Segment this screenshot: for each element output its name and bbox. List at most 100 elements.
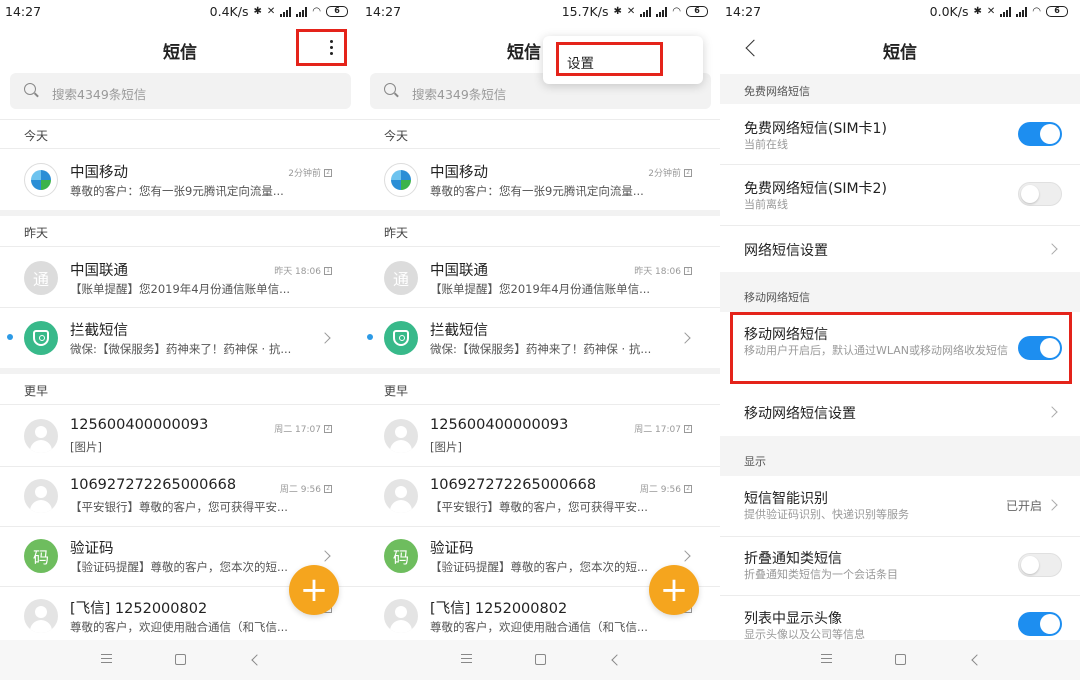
sim-icon: 2 [324,424,332,433]
message-time: 2分钟前 2 [288,166,332,179]
group-label-mobile: 移动网络短信 [744,291,810,304]
sim-icon: 2 [324,168,332,177]
setting-title: 短信智能识别 [744,491,828,507]
sms-settings-screen: 14:27 0.0K/s ✱ ✕ ◠ 6 短信 免费网络短信 免费网络短信(SI… [720,0,1080,680]
group-header: 移动网络短信 [720,272,1080,312]
network-speed: 0.0K/s [929,4,969,19]
signal-icon [280,6,292,17]
unread-dot [7,334,13,340]
sender-name: 125600400000093 [70,417,209,433]
list-item[interactable]: 拦截短信 微保:【微保服务】药神来了！药神保 · 抗... [360,308,720,368]
search-bar[interactable]: 搜索4349条短信 [10,73,351,109]
message-time: 周二 9:56 2 [280,482,332,495]
sender-name: 106927272265000668 [70,477,237,493]
setting-title: 折叠通知类短信 [744,551,842,567]
message-time: 周二 17:07 2 [274,422,332,435]
section-band [360,210,720,216]
status-icons: 15.7K/s ✱ ✕ ◠ 6 [562,4,708,19]
home-icon[interactable] [895,654,906,665]
toggle-fold[interactable] [1018,553,1062,577]
message-preview: 【平安银行】尊敬的客户，您可获得平安... [430,500,648,514]
list-item[interactable]: 中国移动 尊敬的客户：您有一张9元腾讯定向流量... 2分钟前 2 [360,150,720,210]
back-icon[interactable] [971,654,983,666]
message-time: 2分钟前 2 [648,166,692,179]
list-item[interactable]: 125600400000093 [图片] 周二 17:07 2 [0,406,360,466]
toggle-sim2[interactable] [1018,182,1062,206]
message-time: 昨天 18:06 1 [274,264,332,277]
setting-sim2[interactable]: 免费网络短信(SIM卡2) 当前离线 [720,165,1080,225]
setting-title: 网络短信设置 [744,243,828,259]
home-icon[interactable] [175,654,186,665]
avatar: 通 [24,261,58,295]
network-speed: 15.7K/s [561,4,609,19]
message-preview: [图片] [70,440,102,454]
group-label-display: 显示 [744,455,766,468]
message-preview: 【验证码提醒】尊敬的客户，您本次的短... [430,560,648,574]
chevron-right-icon [679,550,691,562]
list-item[interactable]: 拦截短信 微保:【微保服务】药神来了！药神保 · 抗... [0,308,360,368]
chevron-right-icon [1046,499,1058,511]
new-message-button[interactable]: + [649,565,699,615]
list-item[interactable]: 106927272265000668 【平安银行】尊敬的客户，您可获得平安...… [0,466,360,526]
search-placeholder: 搜索4349条短信 [412,87,507,102]
list-item[interactable]: 通 中国联通 【账单提醒】您2019年4月份通信账单信... 昨天 18:06 1 [0,248,360,308]
section-today: 今天 [24,129,49,143]
section-today: 今天 [384,129,409,143]
battery-icon: 6 [326,6,348,17]
status-icons: 0.0K/s ✱ ✕ ◠ 6 [930,4,1068,19]
sender-name: 106927272265000668 [430,477,597,493]
signal-icon [1000,6,1012,17]
messages-list-screen: 14:27 0.4K/s ✱ ✕ ◠ 6 短信 搜索4349条短信 今天 中国移… [0,0,360,680]
message-preview: 【账单提醒】您2019年4月份通信账单信... [430,282,651,296]
china-mobile-avatar [24,163,58,197]
setting-smart-recognition[interactable]: 短信智能识别 提供验证码识别、快递识别等服务 已开启 [720,476,1080,536]
setting-mobile-net-settings[interactable]: 移动网络短信设置 [720,388,1080,434]
back-icon[interactable] [251,654,263,666]
section-band [0,368,360,374]
toggle-sim1[interactable] [1018,122,1062,146]
bluetooth-icon: ✱ [253,5,262,17]
sender-name: 验证码 [430,541,474,557]
message-time: 周二 17:07 2 [634,422,692,435]
chevron-right-icon [679,332,691,344]
contact-avatar [384,599,418,633]
battery-icon: 6 [1046,6,1068,17]
list-item[interactable]: 通 中国联通 【账单提醒】您2019年4月份通信账单信... 昨天 18:06 1 [360,248,720,308]
status-icons: 0.4K/s ✱ ✕ ◠ 6 [210,4,348,19]
back-icon[interactable] [611,654,623,666]
setting-show-avatar[interactable]: 列表中显示头像 显示头像以及公司等信息 [720,596,1080,641]
menu-icon[interactable] [101,654,112,663]
list-item[interactable]: 106927272265000668 【平安银行】尊敬的客户，您可获得平安...… [360,466,720,526]
menu-icon[interactable] [821,654,832,663]
divider [360,246,720,247]
list-item[interactable]: 125600400000093 [图片] 周二 17:07 2 [360,406,720,466]
setting-fold-notifications[interactable]: 折叠通知类短信 折叠通知类短信为一个会话条目 [720,537,1080,595]
network-speed: 0.4K/s [209,4,249,19]
sim-icon: 1 [324,266,332,275]
status-bar: 14:27 0.4K/s ✱ ✕ ◠ 6 [0,0,360,24]
menu-icon[interactable] [461,654,472,663]
setting-title: 列表中显示头像 [744,611,842,627]
setting-subtitle: 当前离线 [744,198,788,211]
section-band [0,210,360,216]
china-mobile-avatar [384,163,418,197]
sender-name: 125600400000093 [430,417,569,433]
mute-icon: ✕ [626,5,636,17]
sender-name: [飞信] 1252000802 [70,601,208,617]
contact-avatar [24,419,58,453]
sender-name: 中国联通 [430,263,488,279]
new-message-button[interactable]: + [289,565,339,615]
setting-title: 移动网络短信设置 [744,406,856,422]
message-preview: 尊敬的客户：您有一张9元腾讯定向流量... [70,184,284,198]
divider [0,246,360,247]
setting-net-sms[interactable]: 网络短信设置 [720,226,1080,272]
chevron-right-icon [319,550,331,562]
message-preview: 尊敬的客户，欢迎使用融合通信（和飞信... [70,620,288,634]
setting-sim1[interactable]: 免费网络短信(SIM卡1) 当前在线 [720,104,1080,164]
message-preview: [图片] [430,440,462,454]
list-item[interactable]: 中国移动 尊敬的客户：您有一张9元腾讯定向流量... 2分钟前 2 [0,150,360,210]
toggle-avatar[interactable] [1018,612,1062,636]
signal-hd-icon [656,6,668,17]
divider [360,148,720,149]
home-icon[interactable] [535,654,546,665]
